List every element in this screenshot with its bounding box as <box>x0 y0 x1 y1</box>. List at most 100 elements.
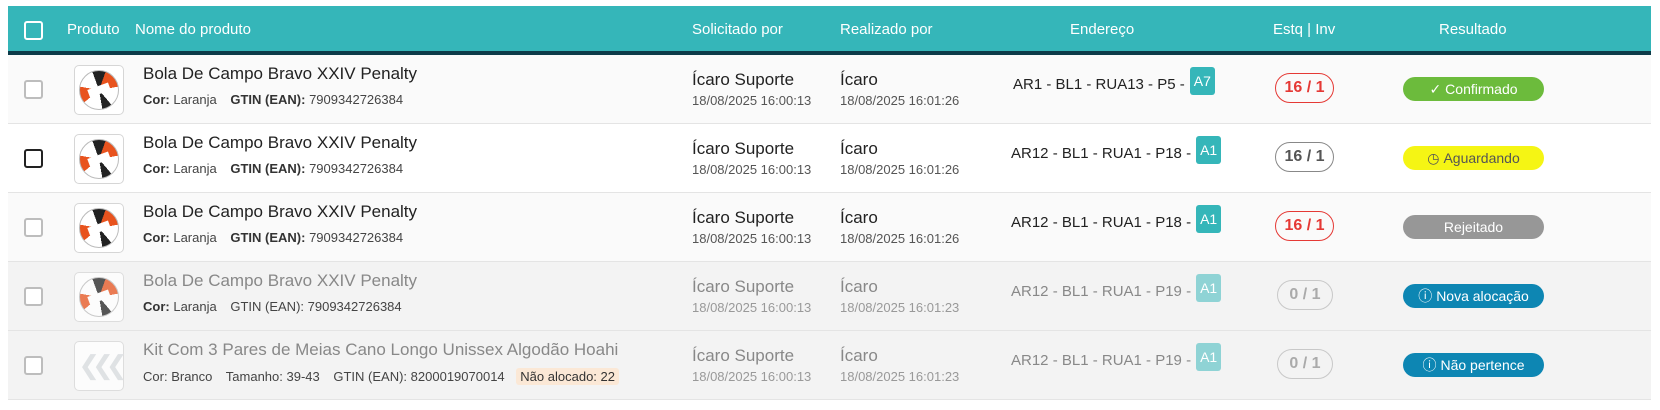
address-tag: A1 <box>1196 343 1222 371</box>
color-label: Cor: <box>143 230 170 245</box>
address: AR1 - BL1 - RUA13 - P5 - A7 <box>1013 67 1215 95</box>
done-by: Ícaro <box>840 277 878 296</box>
clock-icon: ◷ <box>1427 150 1440 166</box>
color-label: Cor: <box>143 299 170 314</box>
done-at: 18/08/2025 16:01:23 <box>840 300 960 315</box>
product-name[interactable]: Bola De Campo Bravo XXIV Penalty <box>143 271 417 291</box>
size-label: Tamanho: <box>225 369 283 384</box>
header-produto[interactable]: Produto <box>67 21 120 38</box>
gtin-label: GTIN (EAN): <box>230 230 306 245</box>
socks-icon: ❮❮❮ <box>78 351 127 381</box>
color-value: Laranja <box>173 161 217 176</box>
product-thumbnail <box>74 134 124 184</box>
header-nome-produto[interactable]: Nome do produto <box>135 21 251 38</box>
requested-by: Ícaro Suporte <box>692 139 795 158</box>
table-row[interactable]: Bola De Campo Bravo XXIV Penalty Cor: La… <box>8 55 1651 124</box>
requested-by: Ícaro Suporte <box>692 70 795 89</box>
product-name[interactable]: Bola De Campo Bravo XXIV Penalty <box>143 64 417 84</box>
result-label: Nova alocação <box>1436 288 1529 304</box>
product-thumbnail: ❮❮❮ <box>74 341 128 391</box>
product-name[interactable]: Kit Com 3 Pares de Meias Cano Longo Unis… <box>143 340 618 360</box>
not-allocated-label: Não alocado: <box>520 369 597 384</box>
product-thumbnail <box>74 65 124 115</box>
row-checkbox[interactable] <box>24 80 43 99</box>
product-thumbnail <box>74 272 124 322</box>
soccer-ball-icon <box>79 139 119 179</box>
product-meta: Cor: Branco Tamanho: 39-43 GTIN (EAN): 8… <box>143 368 620 385</box>
gtin-value: 7909342726384 <box>307 299 402 314</box>
info-icon: ⓘ <box>1422 357 1437 373</box>
select-all-checkbox[interactable] <box>24 21 43 40</box>
stock-inventory-badge: 0 / 1 <box>1277 349 1333 379</box>
result-badge[interactable]: ✓ Confirmado <box>1403 77 1544 101</box>
color-label: Cor: <box>143 92 170 107</box>
product-name[interactable]: Bola De Campo Bravo XXIV Penalty <box>143 202 417 222</box>
requested-at: 18/08/2025 16:00:13 <box>692 300 812 315</box>
result-label: Rejeitado <box>1443 219 1504 235</box>
gtin-label: GTIN (EAN): <box>230 299 305 314</box>
done-at: 18/08/2025 16:01:26 <box>840 93 960 108</box>
requested-at: 18/08/2025 16:00:13 <box>692 162 812 177</box>
product-meta: Cor: Laranja GTIN (EAN): 7909342726384 <box>143 161 403 176</box>
row-checkbox[interactable] <box>24 149 43 168</box>
color-value: Laranja <box>173 92 217 107</box>
address-text: AR1 - BL1 - RUA13 - P5 - <box>1013 75 1185 93</box>
result-badge[interactable]: ⓘ Nova alocação <box>1403 284 1544 308</box>
header-solicitado-por[interactable]: Solicitado por <box>692 21 783 38</box>
stock-inventory-badge: 0 / 1 <box>1277 280 1333 310</box>
soccer-ball-icon <box>79 277 119 317</box>
color-value: Laranja <box>173 230 217 245</box>
done-by: Ícaro <box>840 139 878 158</box>
check-icon: ✓ <box>1429 81 1442 97</box>
header-endereco[interactable]: Endereço <box>1070 21 1134 38</box>
gtin-value: 8200019070014 <box>410 369 505 384</box>
product-name[interactable]: Bola De Campo Bravo XXIV Penalty <box>143 133 417 153</box>
header-resultado[interactable]: Resultado <box>1439 21 1507 38</box>
result-badge[interactable]: Rejeitado <box>1403 215 1544 239</box>
result-badge[interactable]: ◷ Aguardando <box>1403 146 1544 170</box>
header-estoque-inventario[interactable]: Estq | Inv <box>1273 21 1335 38</box>
soccer-ball-icon <box>79 70 119 110</box>
color-value: Branco <box>171 369 213 384</box>
result-badge[interactable]: ⓘ Não pertence <box>1403 353 1544 377</box>
done-at: 18/08/2025 16:01:26 <box>840 162 960 177</box>
requested-by: Ícaro Suporte <box>692 208 795 227</box>
stock-inventory-badge: 16 / 1 <box>1275 211 1334 241</box>
not-allocated-value: 22 <box>600 369 616 384</box>
color-label: Cor: <box>143 369 168 384</box>
address-text: AR12 - BL1 - RUA1 - P18 - <box>1011 213 1192 231</box>
gtin-label: GTIN (EAN): <box>230 92 306 107</box>
requested-at: 18/08/2025 16:00:13 <box>692 93 812 108</box>
result-label: Confirmado <box>1445 81 1518 97</box>
product-thumbnail <box>74 203 124 253</box>
address-text: AR12 - BL1 - RUA1 - P19 - <box>1011 351 1192 369</box>
address: AR12 - BL1 - RUA1 - P18 - A1 <box>1011 136 1222 164</box>
table-header: Produto Nome do produto Solicitado por R… <box>8 6 1651 55</box>
table-row[interactable]: Bola De Campo Bravo XXIV Penalty Cor: La… <box>8 124 1651 193</box>
done-by: Ícaro <box>840 70 878 89</box>
done-by: Ícaro <box>840 208 878 227</box>
row-checkbox[interactable] <box>24 356 43 375</box>
color-value: Laranja <box>173 299 217 314</box>
row-checkbox[interactable] <box>24 287 43 306</box>
table-row[interactable]: ❮❮❮ Kit Com 3 Pares de Meias Cano Longo … <box>8 331 1651 400</box>
requested-at: 18/08/2025 16:00:13 <box>692 369 812 384</box>
address: AR12 - BL1 - RUA1 - P19 - A1 <box>1011 274 1222 302</box>
row-checkbox[interactable] <box>24 218 43 237</box>
address: AR12 - BL1 - RUA1 - P19 - A1 <box>1011 343 1222 371</box>
color-label: Cor: <box>143 161 170 176</box>
done-by: Ícaro <box>840 346 878 365</box>
gtin-label: GTIN (EAN): <box>333 369 408 384</box>
done-at: 18/08/2025 16:01:23 <box>840 369 960 384</box>
product-meta: Cor: Laranja GTIN (EAN): 7909342726384 <box>143 230 403 245</box>
address-tag: A7 <box>1189 67 1215 95</box>
table-row[interactable]: Bola De Campo Bravo XXIV Penalty Cor: La… <box>8 193 1651 262</box>
result-label: Aguardando <box>1443 150 1520 166</box>
table-row[interactable]: Bola De Campo Bravo XXIV Penalty Cor: La… <box>8 262 1651 331</box>
product-meta: Cor: Laranja GTIN (EAN): 7909342726384 <box>143 92 403 107</box>
header-realizado-por[interactable]: Realizado por <box>840 21 933 38</box>
requested-at: 18/08/2025 16:00:13 <box>692 231 812 246</box>
not-allocated-badge: Não alocado: 22 <box>516 368 620 385</box>
gtin-value: 7909342726384 <box>309 230 404 245</box>
address-tag: A1 <box>1196 205 1222 233</box>
